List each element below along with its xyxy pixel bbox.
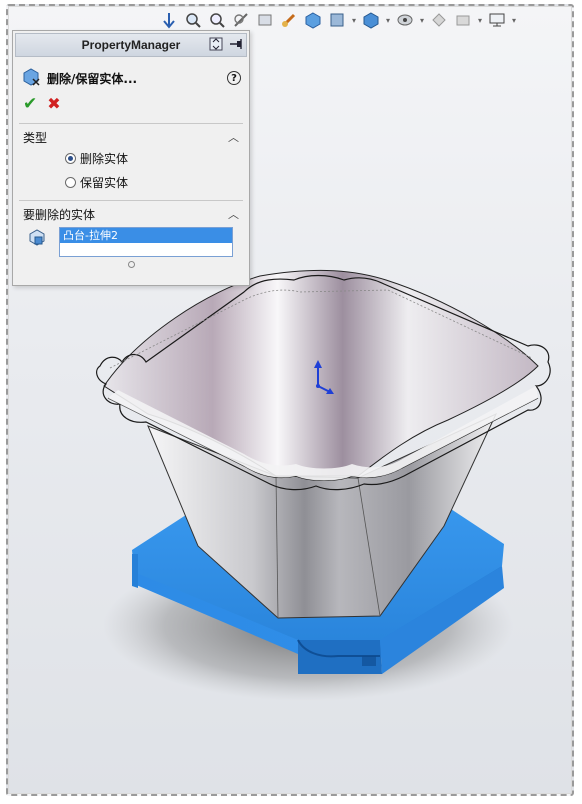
chevron-up-icon[interactable]: ︿	[228, 129, 239, 145]
expand-collapse-icon[interactable]	[208, 36, 224, 55]
help-icon[interactable]: ?	[227, 71, 241, 85]
view-orientation-icon[interactable]	[278, 9, 300, 31]
dropdown-arrow-icon[interactable]: ▾	[384, 9, 392, 31]
solid-bodies-icon	[27, 227, 47, 250]
pin-icon[interactable]	[228, 36, 244, 55]
view-settings-icon[interactable]	[428, 9, 450, 31]
zoom-area-icon[interactable]	[182, 9, 204, 31]
property-manager-header: PropertyManager	[15, 33, 247, 57]
monitor-icon[interactable]	[486, 9, 508, 31]
dropdown-arrow-icon[interactable]: ▾	[350, 9, 358, 31]
type-group: 类型 ︿ 删除实体 保留实体	[19, 123, 243, 194]
dynamic-annotation-icon[interactable]	[254, 9, 276, 31]
hide-show-icon[interactable]	[326, 9, 348, 31]
radio-keep-bodies-label: 保留实体	[80, 175, 129, 190]
cancel-close-icon[interactable]: ✖	[47, 96, 60, 112]
delete-body-feature-icon	[21, 67, 41, 90]
feature-header: 删除/保留实体... ?	[13, 65, 249, 91]
bodies-group-title: 要删除的实体	[23, 207, 96, 222]
apply-scene-icon-2[interactable]	[452, 9, 474, 31]
bodies-selection-box[interactable]: 凸台-拉伸2	[59, 227, 233, 257]
dropdown-arrow-icon[interactable]: ▾	[476, 9, 484, 31]
feature-name: 删除/保留实体...	[47, 71, 138, 86]
bodies-to-delete-group: 要删除的实体 ︿ 凸台-拉伸2	[19, 200, 243, 268]
radio-selected-icon[interactable]	[65, 152, 76, 164]
confirm-bar: ✔ ✖	[13, 91, 249, 117]
edit-appearance-icon[interactable]	[360, 9, 382, 31]
display-style-icon[interactable]	[302, 9, 324, 31]
heads-up-view-toolbar: ▾ ▾ ▾ ▾ ▾	[158, 8, 572, 32]
chevron-up-icon[interactable]: ︿	[228, 206, 239, 222]
selected-body-list-item[interactable]: 凸台-拉伸2	[60, 228, 232, 243]
graphics-window: ▾ ▾ ▾ ▾ ▾ PropertyManager 删除/保留实体... ? ✔…	[6, 4, 574, 796]
apply-scene-icon[interactable]	[394, 9, 416, 31]
property-manager-panel: PropertyManager 删除/保留实体... ? ✔ ✖ 类型 ︿ 删除…	[12, 30, 250, 286]
dropdown-arrow-icon[interactable]: ▾	[418, 9, 426, 31]
type-group-title: 类型	[23, 130, 48, 145]
previous-view-icon[interactable]	[206, 9, 228, 31]
ok-checkmark-icon[interactable]: ✔	[23, 95, 37, 113]
bodies-selection-row: 凸台-拉伸2	[19, 223, 243, 257]
type-group-header[interactable]: 类型 ︿	[19, 128, 243, 146]
section-view-icon[interactable]	[230, 9, 252, 31]
radio-delete-bodies-label: 删除实体	[80, 151, 129, 166]
radio-delete-bodies[interactable]: 删除实体	[19, 146, 243, 170]
list-resize-handle[interactable]	[127, 261, 135, 268]
radio-keep-bodies[interactable]: 保留实体	[19, 170, 243, 194]
property-manager-title: PropertyManager	[81, 38, 181, 52]
dropdown-arrow-icon[interactable]: ▾	[510, 9, 518, 31]
bodies-group-header[interactable]: 要删除的实体 ︿	[19, 205, 243, 223]
zoom-to-fit-icon[interactable]	[158, 9, 180, 31]
radio-unselected-icon[interactable]	[65, 176, 76, 188]
